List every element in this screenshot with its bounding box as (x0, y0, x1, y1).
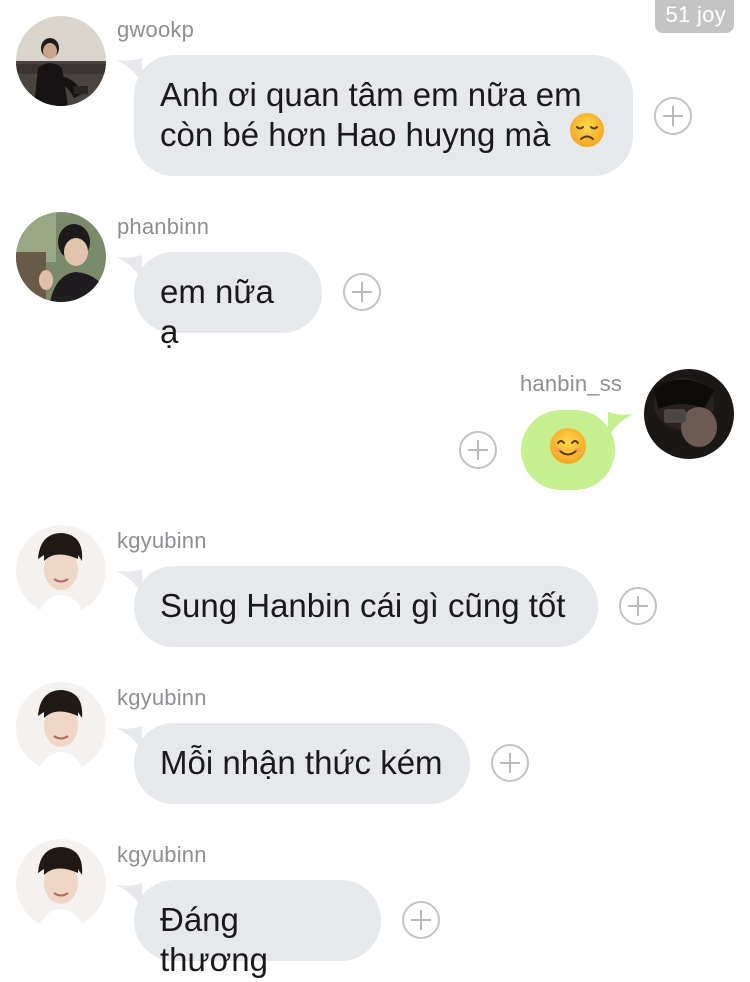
add-reaction-button[interactable] (619, 587, 657, 625)
message-text: Mỗi nhận thức kém (160, 744, 443, 781)
username-label: hanbin_ss (520, 371, 623, 396)
message-line: Anh ơi quan tâm em nữa em (160, 76, 582, 113)
message-bubble[interactable]: Đáng thương (134, 880, 381, 978)
add-reaction-button[interactable] (343, 273, 381, 311)
avatar-phanbinn[interactable] (16, 212, 106, 302)
username-label: kgyubinn (117, 842, 207, 867)
disappointed-face-emoji-icon (568, 111, 606, 158)
message-bubble[interactable]: em nữa ạ (134, 252, 322, 350)
add-reaction-button[interactable] (654, 97, 692, 135)
message-bubble-outgoing[interactable] (521, 410, 615, 490)
username-label: kgyubinn (117, 685, 207, 710)
avatar-kgyubinn[interactable] (16, 839, 106, 929)
message-line-with-emoji: còn bé hơn Hao huyng mà (160, 112, 607, 158)
message-bubble[interactable]: Mỗi nhận thức kém (134, 723, 470, 804)
avatar-gwookp[interactable] (16, 16, 106, 106)
watermark-badge: 51 joy (655, 0, 734, 33)
username-label: phanbinn (117, 214, 210, 239)
message-bubble[interactable]: Anh ơi quan tâm em nữa em còn bé hơn Hao… (134, 55, 633, 176)
message-line: còn bé hơn Hao huyng mà (160, 116, 551, 153)
add-reaction-button[interactable] (402, 901, 440, 939)
message-text: Đáng thương (160, 901, 268, 978)
add-reaction-button[interactable] (459, 431, 497, 469)
message-bubble[interactable]: Sung Hanbin cái gì cũng tốt (134, 566, 598, 647)
add-reaction-button[interactable] (491, 744, 529, 782)
avatar-hanbin_ss[interactable] (644, 369, 734, 459)
username-label: gwookp (117, 17, 195, 42)
username-label: kgyubinn (117, 528, 207, 553)
avatar-kgyubinn[interactable] (16, 682, 106, 772)
message-text: Sung Hanbin cái gì cũng tốt (160, 587, 566, 624)
avatar-kgyubinn[interactable] (16, 525, 106, 615)
smiling-face-emoji-icon (548, 426, 588, 475)
message-text: em nữa ạ (160, 273, 274, 350)
